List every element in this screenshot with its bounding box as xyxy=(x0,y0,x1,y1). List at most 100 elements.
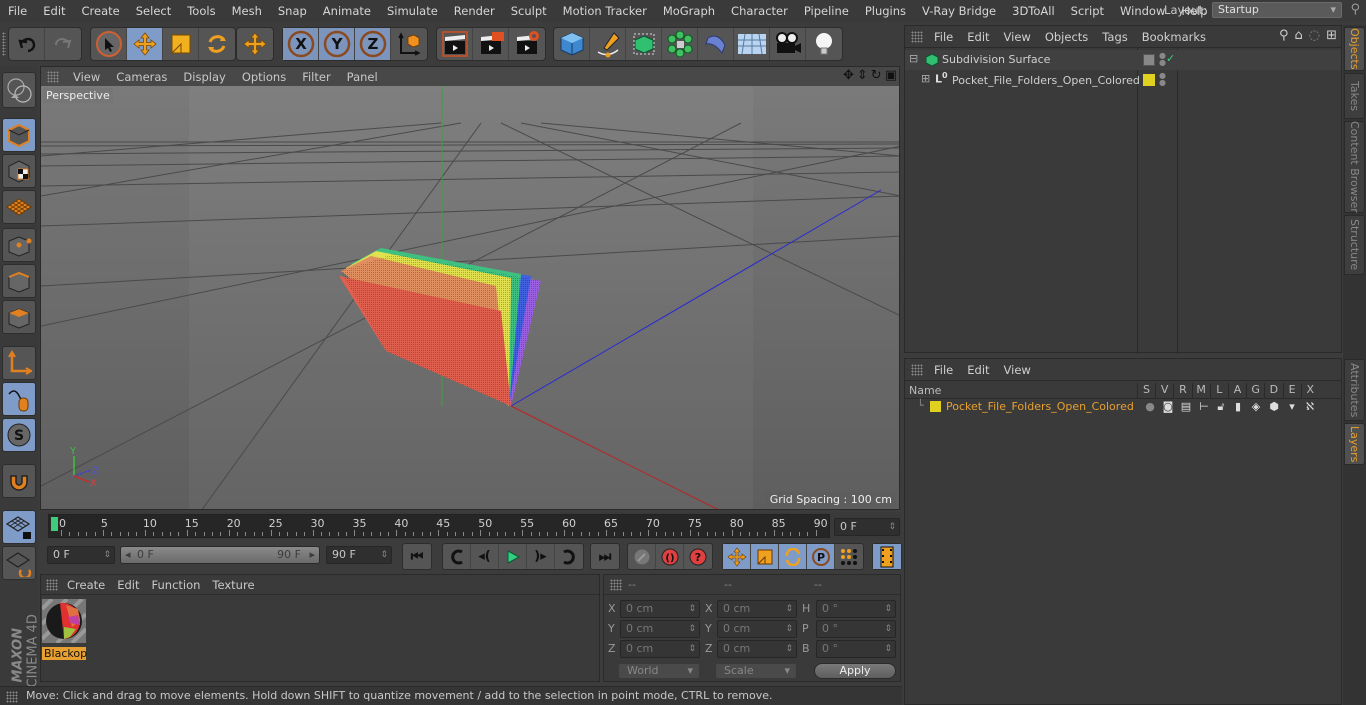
menu-render[interactable]: Render xyxy=(446,4,503,18)
menu-file[interactable]: File xyxy=(0,4,35,18)
key-scale-button[interactable] xyxy=(751,544,779,569)
layer-column-header[interactable]: M xyxy=(1191,383,1210,398)
spinner-icon[interactable]: ⇕ xyxy=(688,601,696,617)
play-button[interactable] xyxy=(499,544,527,569)
object-row[interactable]: ⊞ L0 Pocket_File_Folders_Open_Colored ● ● xyxy=(905,70,1341,90)
make-editable-button[interactable] xyxy=(2,72,36,108)
next-key-button[interactable] xyxy=(555,544,583,569)
key-parameter-button[interactable]: P xyxy=(807,544,835,569)
floor-button[interactable] xyxy=(734,28,770,60)
layer-column-header[interactable]: L xyxy=(1209,383,1228,398)
layer-manager-grip[interactable] xyxy=(911,364,923,376)
menu-mograph[interactable]: MoGraph xyxy=(655,4,723,18)
menu-script[interactable]: Script xyxy=(1063,4,1112,18)
visibility-dots-icon[interactable]: ● ● xyxy=(1159,72,1166,87)
menu-edit[interactable]: Edit xyxy=(35,4,73,18)
key-rotation-button[interactable] xyxy=(779,544,807,569)
deformer-button[interactable] xyxy=(698,28,734,60)
planar-workplane-button[interactable] xyxy=(2,546,36,580)
layer-color-icon[interactable] xyxy=(1143,74,1155,86)
viewport-menu-panel[interactable]: Panel xyxy=(339,70,386,84)
spinner-icon[interactable]: ⇕ xyxy=(884,641,892,657)
om-menu-edit[interactable]: Edit xyxy=(960,30,996,44)
om-menu-file[interactable]: File xyxy=(927,30,960,44)
scale-tool-button[interactable] xyxy=(163,28,199,60)
goto-start-button[interactable]: ⏮ xyxy=(403,544,431,569)
orbit-icon[interactable]: ↻ xyxy=(871,68,882,83)
solo-mode-button[interactable]: S xyxy=(2,418,36,452)
axis-mode-button[interactable] xyxy=(2,346,36,380)
layer-column-header[interactable]: E xyxy=(1282,383,1301,398)
render-clapper-icon[interactable]: ▤ xyxy=(1177,400,1195,414)
coord-input[interactable]: 0 ° ⇕ xyxy=(816,620,896,638)
locked-workplane-button[interactable] xyxy=(2,510,36,544)
material-menu-edit[interactable]: Edit xyxy=(111,578,145,592)
viewport-menu-display[interactable]: Display xyxy=(175,70,233,84)
autokey-settings-button[interactable] xyxy=(628,544,656,569)
layer-column-header[interactable]: X xyxy=(1300,383,1319,398)
search-icon[interactable]: ⚲ xyxy=(1279,28,1289,43)
layer-column-name[interactable]: Name xyxy=(909,384,941,397)
tab-objects[interactable]: Objects xyxy=(1344,27,1365,71)
om-menu-tags[interactable]: Tags xyxy=(1095,30,1134,44)
menu-animate[interactable]: Animate xyxy=(315,4,379,18)
live-selection-button[interactable] xyxy=(91,28,127,60)
layer-column-header[interactable]: S xyxy=(1137,383,1155,398)
search-icon[interactable]: ⚲ xyxy=(1350,2,1360,17)
apply-button[interactable]: Apply xyxy=(814,663,896,679)
tweak-mode-button[interactable] xyxy=(2,382,36,416)
polygons-mode-button[interactable] xyxy=(2,300,36,334)
material-menu-texture[interactable]: Texture xyxy=(206,578,260,592)
viewport-menu-filter[interactable]: Filter xyxy=(294,70,338,84)
layer-column-header[interactable]: G xyxy=(1246,383,1264,398)
timeline-ruler[interactable]: 0 5 10 15 20 25 30 35 40 45 50 55 60 65 70 75 80 85 90 xyxy=(48,514,830,538)
toolbar-grip[interactable] xyxy=(2,32,6,56)
pan-icon[interactable]: ✥ xyxy=(843,68,854,83)
key-position-button[interactable] xyxy=(723,544,751,569)
lm-menu-edit[interactable]: Edit xyxy=(960,363,996,377)
layer-column-header[interactable]: V xyxy=(1155,383,1173,398)
end-frame-field[interactable]: 90 F ⇕ xyxy=(326,546,392,564)
layer-column-header[interactable]: D xyxy=(1264,383,1282,398)
om-menu-objects[interactable]: Objects xyxy=(1038,30,1095,44)
render-view-button[interactable] xyxy=(437,28,473,60)
om-menu-bookmarks[interactable]: Bookmarks xyxy=(1135,30,1213,44)
lm-menu-view[interactable]: View xyxy=(997,363,1038,377)
tab-structure[interactable]: Structure xyxy=(1344,215,1365,275)
current-frame-field[interactable]: 0 F ⇕ xyxy=(834,518,900,536)
generators-icon[interactable]: ◈ xyxy=(1247,400,1265,414)
expand-icon[interactable]: ⊞ xyxy=(921,72,930,85)
new-window-icon[interactable]: ⊞ xyxy=(1326,28,1337,43)
menu-select[interactable]: Select xyxy=(128,4,179,18)
cube-button[interactable] xyxy=(554,28,590,60)
tab-content-browser[interactable]: Content Browser xyxy=(1344,121,1365,213)
x-axis-button[interactable]: X xyxy=(283,28,319,60)
spinner-icon[interactable]: ⇕ xyxy=(888,519,896,535)
coord-input[interactable]: 0 cm ⇕ xyxy=(620,620,700,638)
viewport-menu-view[interactable]: View xyxy=(65,70,108,84)
layer-row[interactable]: └ Pocket_File_Folders_Open_Colored ● ◙ ▤… xyxy=(905,399,1341,415)
layer-name[interactable]: Pocket_File_Folders_Open_Colored xyxy=(946,400,1134,413)
edges-mode-button[interactable] xyxy=(2,264,36,298)
material-grip[interactable] xyxy=(46,579,58,591)
snapping-button[interactable] xyxy=(2,464,36,498)
coordinate-mode-select[interactable]: World ▾ xyxy=(618,663,700,679)
points-mode-button[interactable] xyxy=(2,228,36,262)
viewport-grip[interactable] xyxy=(47,71,59,83)
layer-color-swatch[interactable] xyxy=(930,401,941,412)
expressions-icon[interactable]: ▾ xyxy=(1283,400,1301,414)
viewport-scene[interactable]: Y Z X xyxy=(41,86,900,510)
coord-input[interactable]: 0 cm ⇕ xyxy=(717,640,797,658)
coord-input[interactable]: 0 cm ⇕ xyxy=(620,640,700,658)
prev-key-button[interactable] xyxy=(443,544,471,569)
maximize-view-icon[interactable]: ▣ xyxy=(885,68,897,83)
coord-grip[interactable] xyxy=(610,579,622,591)
layer-empty-icon[interactable] xyxy=(1143,54,1155,66)
record-button[interactable]: () xyxy=(656,544,684,569)
object-manager-grip[interactable] xyxy=(911,31,923,43)
spinner-icon[interactable]: ⇕ xyxy=(884,601,892,617)
spinner-icon[interactable]: ⇕ xyxy=(688,621,696,637)
menu-tools[interactable]: Tools xyxy=(179,4,223,18)
redo-button[interactable] xyxy=(45,28,81,60)
menu-mesh[interactable]: Mesh xyxy=(224,4,270,18)
